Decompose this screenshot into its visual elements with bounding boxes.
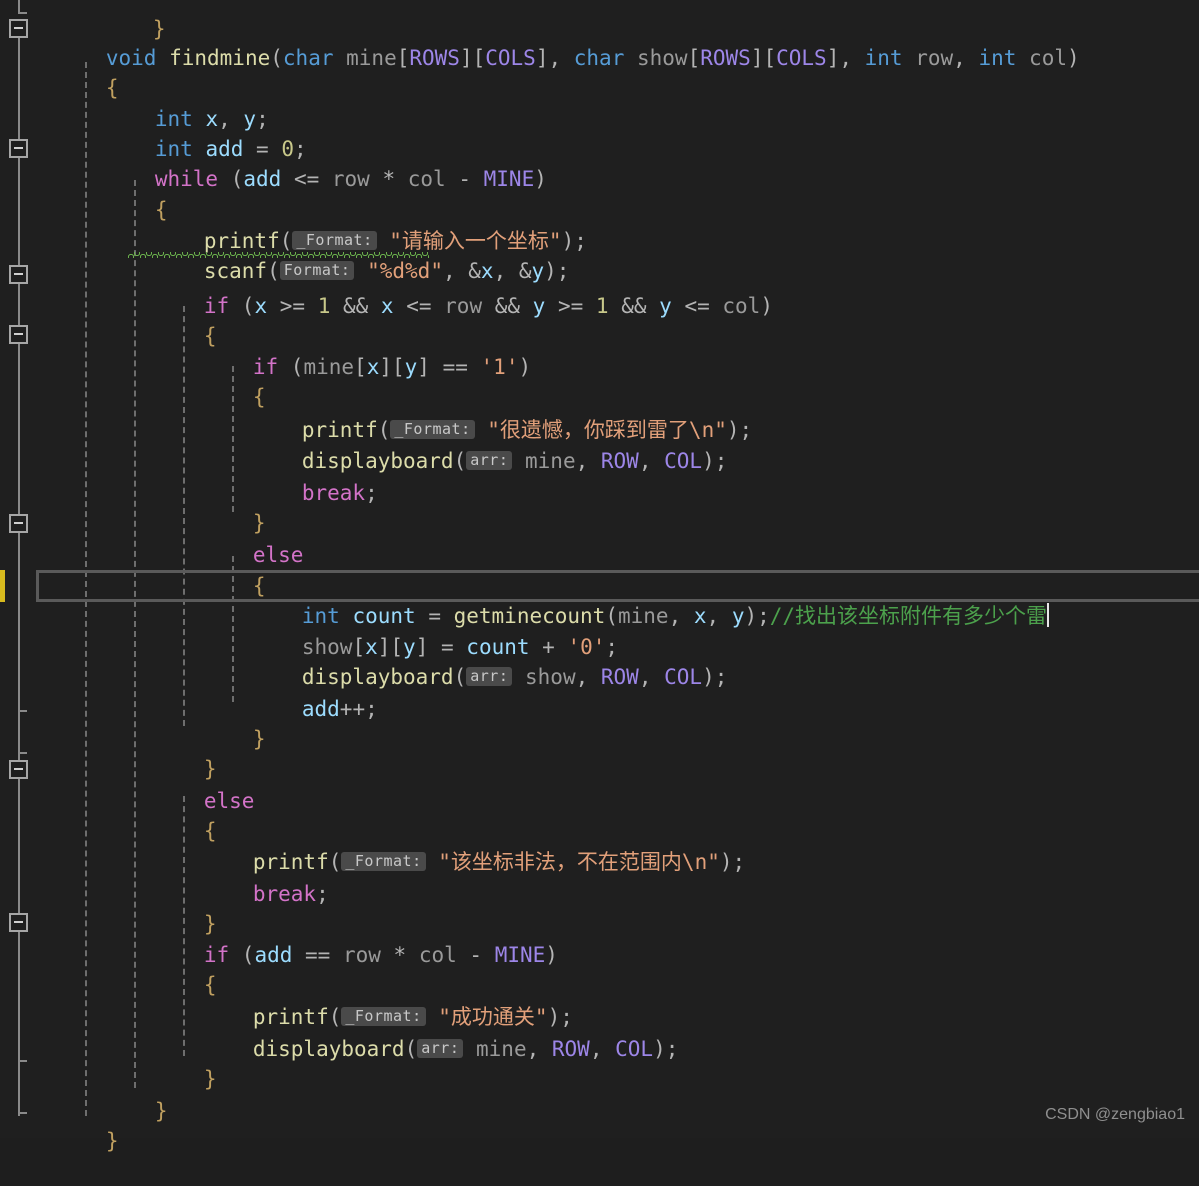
code-line-20[interactable]: show[x][y] = count + '0';: [226, 602, 618, 659]
fold-tick-else-start: [18, 752, 27, 754]
token-comment-findmines: //找出该坐标附件有多少个雷: [769, 604, 1048, 628]
code-line-31[interactable]: {: [128, 940, 217, 997]
code-line-26[interactable]: {: [128, 786, 217, 843]
code-line-4[interactable]: int add = 0;: [79, 104, 307, 161]
token-string-illegal-coord: "该坐标非法，不在范围内\n": [438, 850, 720, 874]
code-line-22[interactable]: add++;: [226, 664, 378, 721]
fold-marker-void-findmine[interactable]: [9, 19, 28, 38]
code-line-33[interactable]: displayboard(arr: mine, ROW, COL);: [177, 1004, 679, 1061]
code-line-32[interactable]: printf(_Format: "成功通关");: [177, 972, 573, 1029]
token-param-row: row: [915, 46, 954, 70]
code-line-6[interactable]: {: [79, 165, 168, 222]
fold-marker-if-mine[interactable]: [9, 325, 28, 344]
token-macro-row: ROW: [600, 449, 639, 473]
token-char-1: '1': [480, 355, 519, 379]
code-line-27[interactable]: printf(_Format: "该坐标非法，不在范围内\n");: [177, 817, 745, 874]
inlay-hint-arr: arr:: [417, 1039, 464, 1058]
code-line-7[interactable]: printf(_Format: "请输入一个坐标");: [128, 196, 587, 253]
token-macro-col: COL: [664, 449, 703, 473]
csdn-watermark: CSDN @zengbiao1: [1045, 1106, 1185, 1123]
fold-tick-if-range-end: [18, 710, 27, 712]
code-line-3[interactable]: int x, y;: [79, 74, 269, 131]
fold-marker-if-range[interactable]: [9, 265, 28, 284]
code-line-2[interactable]: {: [30, 43, 119, 100]
code-line-19[interactable]: int count = getminecount(mine, x, y);//找…: [226, 571, 1050, 628]
code-line-12[interactable]: {: [177, 352, 266, 409]
text-cursor: [1047, 603, 1050, 627]
fold-marker-if-win[interactable]: [9, 913, 28, 932]
token-macro-rows: ROWS: [409, 46, 460, 70]
code-line-5[interactable]: while (add <= row * col - MINE): [79, 134, 547, 191]
fold-bracket-end-top: [18, 0, 27, 14]
code-line-29[interactable]: }: [128, 879, 217, 936]
code-line-35[interactable]: }: [79, 1066, 168, 1123]
inlay-hint-arr: arr:: [466, 667, 513, 686]
code-line-0[interactable]: }: [77, 0, 166, 41]
code-line-25[interactable]: else: [128, 756, 255, 813]
inlay-hint-arr: arr:: [466, 451, 513, 470]
token-param-show: show: [637, 46, 688, 70]
code-line-1[interactable]: void findmine(char mine[ROWS][COLS], cha…: [30, 13, 1080, 70]
error-squiggle-scanf: [128, 252, 429, 258]
fold-bracket-end-if-win: [18, 1050, 27, 1062]
code-line-14[interactable]: displayboard(arr: mine, ROW, COL);: [226, 416, 728, 473]
token-paren: (: [270, 46, 283, 70]
code-editor[interactable]: } void findmine(char mine[ROWS][COLS], c…: [0, 0, 1199, 1153]
code-line-11[interactable]: if (mine[x][y] == '1'): [177, 322, 531, 379]
token-macro-cols: COLS: [485, 46, 536, 70]
code-line-28[interactable]: break;: [177, 849, 329, 906]
inlay-hint-format: _Format:: [341, 852, 426, 871]
token-function-findmine: findmine: [169, 46, 271, 70]
fold-marker-else-inner[interactable]: [9, 514, 28, 533]
token-macro-mine: MINE: [483, 167, 535, 191]
fold-guide-function: [18, 38, 20, 1116]
code-line-23[interactable]: }: [177, 694, 266, 751]
fold-marker-else-outer[interactable]: [9, 760, 28, 779]
fold-bracket-end-function: [18, 1098, 27, 1114]
code-line-10[interactable]: {: [128, 291, 217, 348]
modified-line-indicator: [0, 570, 5, 602]
code-line-16[interactable]: }: [177, 478, 266, 535]
fold-gutter[interactable]: [0, 0, 32, 1138]
fold-marker-while[interactable]: [9, 139, 28, 158]
code-line-17[interactable]: else: [177, 510, 304, 567]
code-line-34[interactable]: }: [128, 1034, 217, 1091]
token-param-col: col: [1029, 46, 1067, 70]
code-line-36[interactable]: }: [30, 1096, 119, 1153]
code-line-15[interactable]: break;: [226, 448, 378, 505]
code-line-30[interactable]: if (add == row * col - MINE): [128, 910, 558, 967]
token-param-mine: mine: [346, 46, 397, 70]
token-keyword-char: char: [282, 46, 334, 70]
code-line-24[interactable]: }: [128, 724, 217, 781]
code-line-9[interactable]: if (x >= 1 && x <= row && y >= 1 && y <=…: [128, 261, 773, 318]
code-line-13[interactable]: printf(_Format: "很遗憾，你踩到雷了\n");: [226, 385, 752, 442]
code-line-18[interactable]: {: [177, 541, 266, 598]
code-line-21[interactable]: displayboard(arr: show, ROW, COL);: [226, 632, 728, 689]
token-keyword-break: break: [301, 481, 366, 505]
